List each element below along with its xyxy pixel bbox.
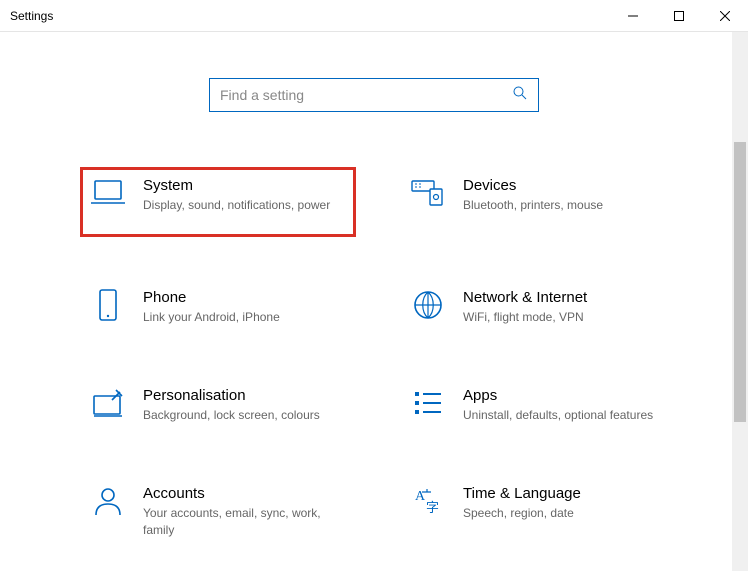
globe-icon — [411, 288, 445, 322]
category-title: Accounts — [143, 484, 345, 504]
search-wrap — [0, 78, 748, 112]
category-desc: Speech, region, date — [463, 505, 665, 522]
phone-icon — [91, 288, 125, 322]
category-text: Phone Link your Android, iPhone — [143, 288, 345, 326]
window-controls — [610, 0, 748, 31]
category-network[interactable]: Network & Internet WiFi, flight mode, VP… — [403, 282, 673, 332]
category-text: Apps Uninstall, defaults, optional featu… — [463, 386, 665, 424]
category-text: Network & Internet WiFi, flight mode, VP… — [463, 288, 665, 326]
person-icon — [91, 484, 125, 518]
category-desc: Link your Android, iPhone — [143, 309, 345, 326]
category-personalisation[interactable]: Personalisation Background, lock screen,… — [83, 380, 353, 430]
search-input[interactable] — [220, 87, 512, 103]
category-title: Network & Internet — [463, 288, 665, 308]
laptop-icon — [91, 176, 125, 210]
settings-home: System Display, sound, notifications, po… — [0, 32, 748, 545]
scrollbar-track[interactable] — [732, 32, 748, 571]
category-phone[interactable]: Phone Link your Android, iPhone — [83, 282, 353, 332]
paint-icon — [91, 386, 125, 420]
close-button[interactable] — [702, 0, 748, 32]
svg-text:字: 字 — [426, 500, 439, 515]
scrollbar-thumb[interactable] — [734, 142, 746, 422]
category-apps[interactable]: Apps Uninstall, defaults, optional featu… — [403, 380, 673, 430]
close-icon — [720, 11, 730, 21]
category-accounts[interactable]: Accounts Your accounts, email, sync, wor… — [83, 478, 353, 545]
category-time-language[interactable]: A字 Time & Language Speech, region, date — [403, 478, 673, 545]
category-text: Time & Language Speech, region, date — [463, 484, 665, 522]
category-desc: Bluetooth, printers, mouse — [463, 197, 665, 214]
categories-grid: System Display, sound, notifications, po… — [79, 170, 669, 545]
category-text: Personalisation Background, lock screen,… — [143, 386, 345, 424]
category-system[interactable]: System Display, sound, notifications, po… — [80, 167, 356, 237]
search-box[interactable] — [209, 78, 539, 112]
minimize-button[interactable] — [610, 0, 656, 32]
category-title: Time & Language — [463, 484, 665, 504]
category-title: Devices — [463, 176, 665, 196]
category-title: Phone — [143, 288, 345, 308]
category-devices[interactable]: Devices Bluetooth, printers, mouse — [403, 170, 673, 234]
category-desc: Background, lock screen, colours — [143, 407, 345, 424]
category-text: System Display, sound, notifications, po… — [143, 176, 345, 214]
category-desc: Display, sound, notifications, power — [143, 197, 345, 214]
category-title: Personalisation — [143, 386, 345, 406]
category-desc: WiFi, flight mode, VPN — [463, 309, 665, 326]
maximize-icon — [674, 11, 684, 21]
category-title: System — [143, 176, 345, 196]
minimize-icon — [628, 11, 638, 21]
time-language-icon: A字 — [411, 484, 445, 518]
category-title: Apps — [463, 386, 665, 406]
category-desc: Uninstall, defaults, optional features — [463, 407, 665, 424]
maximize-button[interactable] — [656, 0, 702, 32]
svg-text:A: A — [415, 489, 426, 504]
search-icon — [512, 85, 528, 106]
category-text: Accounts Your accounts, email, sync, wor… — [143, 484, 345, 539]
apps-list-icon — [411, 386, 445, 420]
titlebar: Settings — [0, 0, 748, 32]
devices-icon — [411, 176, 445, 210]
window-title: Settings — [10, 9, 53, 23]
category-text: Devices Bluetooth, printers, mouse — [463, 176, 665, 214]
category-desc: Your accounts, email, sync, work, family — [143, 505, 345, 539]
